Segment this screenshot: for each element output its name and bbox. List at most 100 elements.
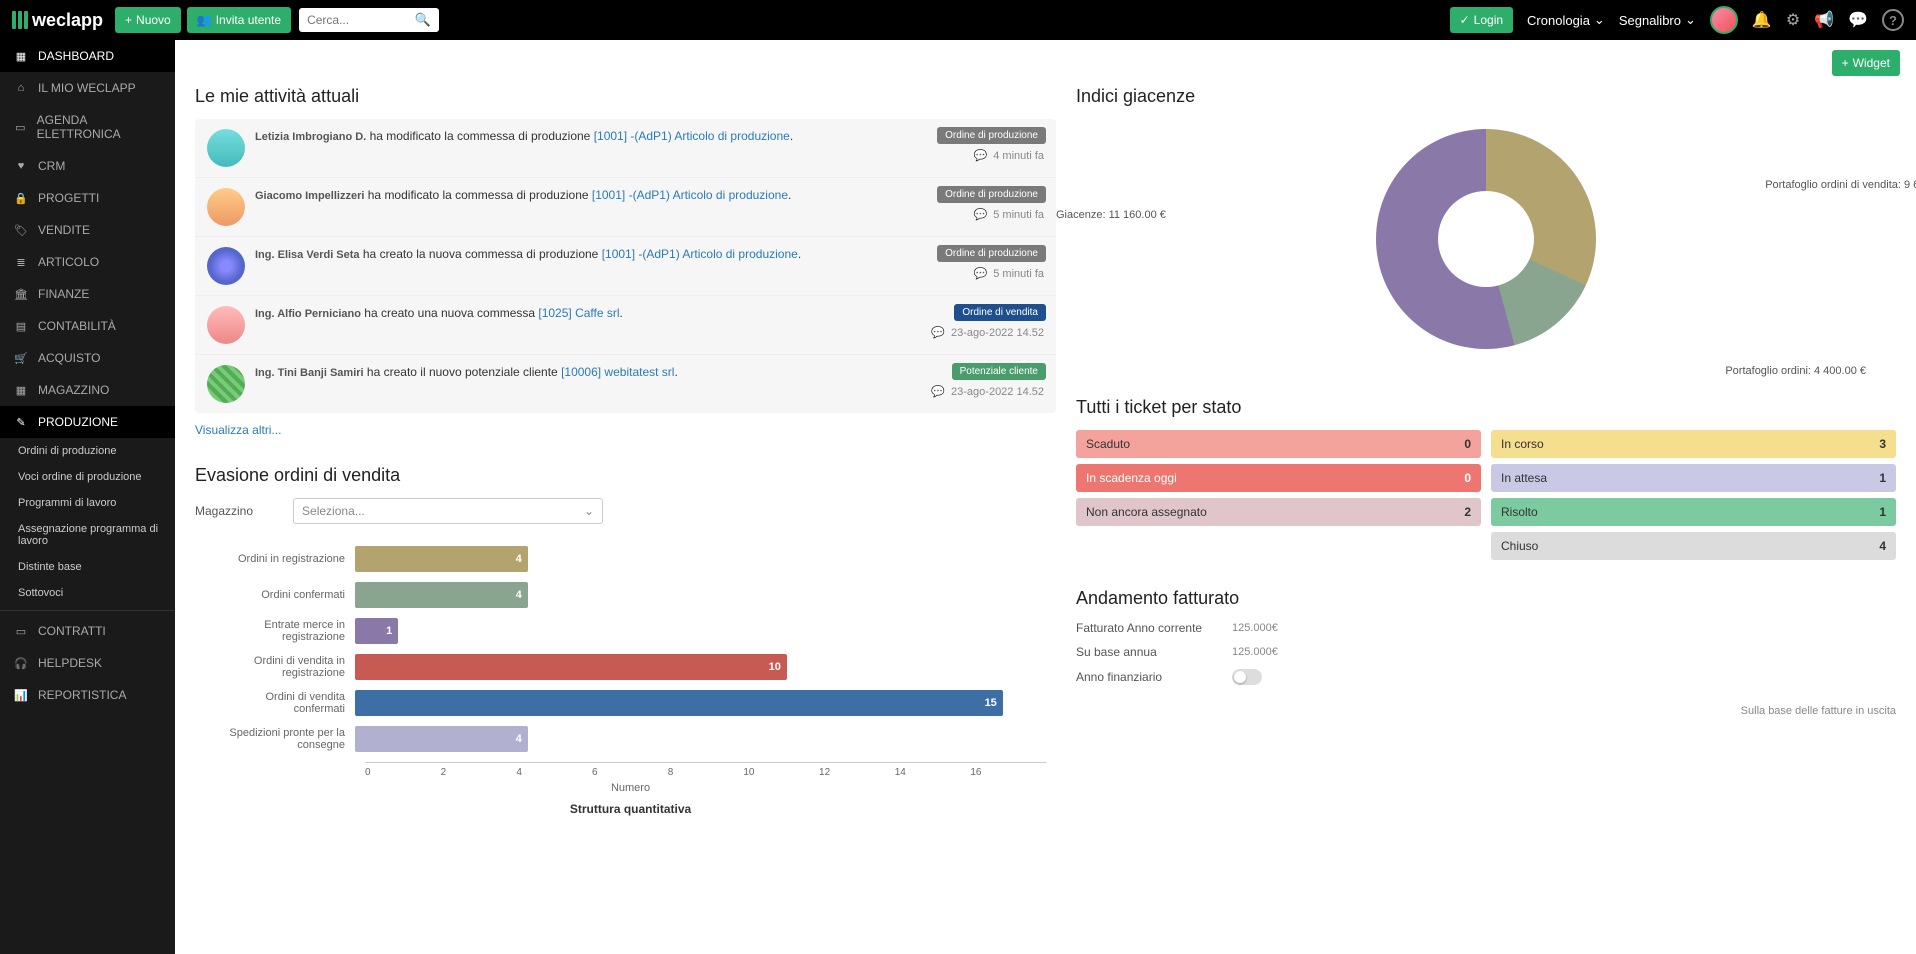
activity-item[interactable]: Ing. Alfio Perniciano ha creato una nuov…: [195, 296, 1056, 355]
activity-time: 4 minuti fa: [993, 150, 1044, 162]
activity-item[interactable]: Ing. Tini Banji Samiri ha creato il nuov…: [195, 355, 1056, 413]
sidebar-item-dashboard[interactable]: ▦ DASHBOARD: [0, 40, 175, 72]
plus-icon: +: [125, 13, 132, 27]
sidebar-item-reportistica[interactable]: 📊REPORTISTICA: [0, 679, 175, 711]
check-icon: ✓: [1460, 13, 1470, 27]
donut-label-vendita: Portafoglio ordini di vendita: 9 673.50 …: [1765, 179, 1916, 191]
help-icon[interactable]: ?: [1882, 9, 1904, 31]
add-widget-button[interactable]: +Widget: [1832, 50, 1900, 76]
evasione-title: Evasione ordini di vendita: [195, 465, 1056, 486]
select-placeholder: Seleziona...: [302, 504, 365, 518]
sidebar-sub-item[interactable]: Ordini di produzione: [0, 438, 175, 464]
activity-text: Ing. Alfio Perniciano ha creato una nuov…: [255, 306, 1044, 320]
bar-chart: Ordini in registrazione 4Ordini conferma…: [195, 536, 1056, 826]
sidebar-label: PROGETTI: [38, 191, 99, 205]
gear-icon[interactable]: ⚙: [1786, 10, 1800, 30]
sidebar-label: VENDITE: [38, 223, 90, 237]
ticket-row[interactable]: Chiuso4: [1491, 532, 1896, 560]
sidebar-sub-item[interactable]: Distinte base: [0, 554, 175, 580]
ticket-row[interactable]: In scadenza oggi0: [1076, 464, 1481, 492]
sidebar-item-il-mio-weclapp[interactable]: ⌂IL MIO WECLAPP: [0, 72, 175, 104]
topbar: weclapp +Nuovo 👥Invita utente 🔍 ✓Login C…: [0, 0, 1916, 40]
sidebar-label: ACQUISTO: [38, 351, 100, 365]
user-avatar[interactable]: [1710, 6, 1738, 34]
fatt-value: 125.000€: [1232, 622, 1278, 634]
logo[interactable]: weclapp: [12, 10, 103, 31]
bookmark-menu[interactable]: Segnalibro ⌄: [1619, 12, 1696, 28]
sidebar-sub-item[interactable]: Sottovoci: [0, 580, 175, 606]
sidebar-item-acquisto[interactable]: 🛒 ACQUISTO: [0, 342, 175, 374]
search-input[interactable]: [307, 13, 415, 27]
ticket-row[interactable]: In attesa1: [1491, 464, 1896, 492]
activity-item[interactable]: Giacomo Impellizzeri ha modificato la co…: [195, 178, 1056, 237]
sidebar-item-contabilità[interactable]: ▤CONTABILITÀ: [0, 310, 175, 342]
search-box[interactable]: 🔍: [299, 8, 439, 32]
login-button[interactable]: ✓Login: [1450, 7, 1513, 33]
ticket-row[interactable]: Risolto1: [1491, 498, 1896, 526]
activity-link[interactable]: [1001] -(AdP1) Articolo di produzione: [592, 188, 788, 202]
sidebar-icon: ▭: [14, 625, 28, 638]
main-content: +Widget Le mie attività attuali Letizia …: [175, 40, 1916, 954]
donut-label-giacenze: Giacenze: 11 160.00 €: [1056, 209, 1166, 221]
megaphone-icon[interactable]: 📢: [1814, 10, 1834, 30]
history-menu[interactable]: Cronologia ⌄: [1527, 12, 1605, 28]
bell-icon[interactable]: 🔔: [1752, 10, 1772, 30]
ticket-value: 0: [1464, 471, 1471, 485]
activity-avatar: [207, 365, 245, 403]
bar-label: Ordini confermati: [215, 589, 355, 601]
brand-text: weclapp: [32, 10, 103, 31]
sidebar-item-contratti[interactable]: ▭ CONTRATTI: [0, 615, 175, 647]
ticket-value: 4: [1879, 539, 1886, 553]
activity-item[interactable]: Letizia Imbrogiano D. ha modificato la c…: [195, 119, 1056, 178]
sidebar-icon: ✎: [14, 416, 28, 429]
activity-link[interactable]: [1025] Caffe srl: [538, 306, 619, 320]
new-button[interactable]: +Nuovo: [115, 7, 181, 33]
activity-link[interactable]: [1001] -(AdP1) Articolo di produzione: [602, 247, 798, 261]
activities-title: Le mie attività attuali: [195, 86, 1056, 107]
axis-tick: 14: [895, 767, 971, 778]
sidebar-item-vendite[interactable]: 🏷VENDITE: [0, 214, 175, 246]
sidebar-item-crm[interactable]: ♥CRM: [0, 150, 175, 182]
activity-link[interactable]: [10006] webitatest srl: [561, 365, 674, 379]
axis-tick: 4: [516, 767, 592, 778]
sidebar-icon: 🛒: [14, 352, 28, 365]
sidebar-item-agenda-elettronica[interactable]: ▭AGENDA ELETTRONICA: [0, 104, 175, 150]
axis-tick: 0: [365, 767, 441, 778]
activity-item[interactable]: Ing. Elisa Verdi Seta ha creato la nuova…: [195, 237, 1056, 296]
sidebar-sub-item[interactable]: Voci ordine di produzione: [0, 464, 175, 490]
chat-icon[interactable]: 💬: [1848, 10, 1868, 30]
ticket-row[interactable]: In corso3: [1491, 430, 1896, 458]
activity-time: 23-ago-2022 14.52: [951, 327, 1044, 339]
magazzino-select[interactable]: Seleziona... ⌄: [293, 498, 603, 524]
comment-icon: 💬: [931, 385, 945, 398]
sidebar-label: CONTRATTI: [38, 624, 106, 638]
sidebar-label: DASHBOARD: [38, 49, 114, 63]
sidebar-item-magazzino[interactable]: ▦MAGAZZINO: [0, 374, 175, 406]
ticket-label: Non ancora assegnato: [1086, 505, 1207, 519]
sidebar-icon: ▦: [14, 50, 28, 63]
axis-tick: 2: [441, 767, 517, 778]
sidebar-label: AGENDA ELETTRONICA: [37, 113, 161, 141]
sidebar-item-produzione[interactable]: ✎PRODUZIONE: [0, 406, 175, 438]
sidebar-sub-item[interactable]: Assegnazione programma di lavoro: [0, 516, 175, 554]
bar-fill: 1: [355, 618, 398, 644]
activity-avatar: [207, 129, 245, 167]
anno-finanziario-toggle[interactable]: [1232, 669, 1262, 685]
sidebar-item-helpdesk[interactable]: 🎧HELPDESK: [0, 647, 175, 679]
invite-button[interactable]: 👥Invita utente: [187, 7, 291, 33]
sidebar-label: ARTICOLO: [38, 255, 99, 269]
sidebar-item-progetti[interactable]: 🔒PROGETTI: [0, 182, 175, 214]
ticket-value: 2: [1464, 505, 1471, 519]
activity-avatar: [207, 188, 245, 226]
ticket-row[interactable]: Non ancora assegnato 2: [1076, 498, 1481, 526]
bar-label: Ordini di vendita confermati: [215, 691, 355, 715]
activity-link[interactable]: [1001] -(AdP1) Articolo di produzione: [594, 129, 790, 143]
view-more-link[interactable]: Visualizza altri...: [195, 423, 1056, 437]
activity-avatar: [207, 247, 245, 285]
sidebar-icon: ▦: [14, 384, 28, 397]
giacenze-title: Indici giacenze: [1076, 86, 1896, 107]
sidebar-sub-item[interactable]: Programmi di lavoro: [0, 490, 175, 516]
ticket-row[interactable]: Scaduto0: [1076, 430, 1481, 458]
sidebar-item-articolo[interactable]: ≣ARTICOLO: [0, 246, 175, 278]
sidebar-item-finanze[interactable]: 🏛FINANZE: [0, 278, 175, 310]
